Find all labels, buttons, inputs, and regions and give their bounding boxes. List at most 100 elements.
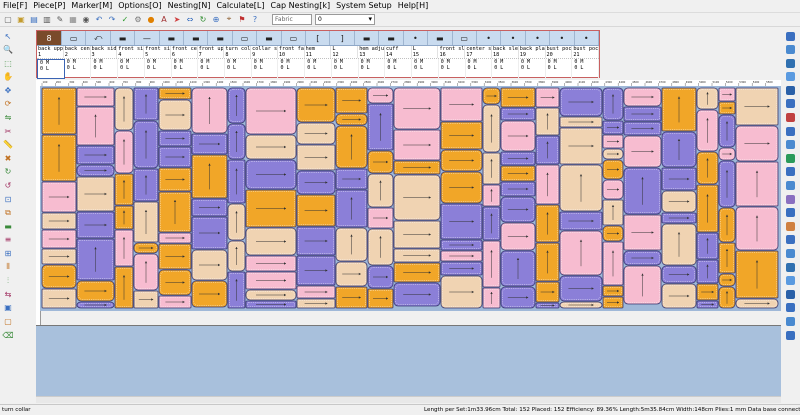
garment-piece[interactable] — [696, 109, 719, 152]
garment-piece[interactable] — [602, 285, 624, 297]
flip-icon[interactable]: ⇋ — [2, 112, 14, 124]
garment-piece[interactable] — [158, 243, 192, 270]
pan-icon[interactable]: ✋ — [2, 71, 14, 83]
garment-piece[interactable] — [393, 129, 441, 161]
garment-piece[interactable] — [191, 198, 228, 217]
piece-thumbnail[interactable]: ⤺ — [86, 31, 111, 45]
garment-piece[interactable] — [696, 151, 719, 185]
garment-piece[interactable] — [535, 107, 560, 136]
layout-tool-icon[interactable] — [784, 234, 796, 246]
piece-size-cell[interactable]: 0 M0 L — [225, 59, 252, 79]
piece-name[interactable]: bust pocket21 — [572, 46, 600, 58]
garment-piece[interactable] — [482, 152, 501, 185]
garment-piece[interactable] — [41, 229, 77, 249]
garment-piece[interactable] — [114, 205, 134, 230]
fabric-select[interactable]: Fabric — [272, 13, 312, 25]
delete-icon[interactable]: ✖ — [2, 152, 14, 164]
garment-piece[interactable] — [661, 212, 697, 224]
garment-piece[interactable] — [535, 281, 560, 303]
garment-piece[interactable] — [191, 216, 228, 250]
garment-piece[interactable] — [735, 125, 779, 162]
garment-piece[interactable] — [41, 264, 77, 289]
garment-piece[interactable] — [735, 250, 779, 299]
garment-piece[interactable] — [335, 113, 368, 126]
garment-piece[interactable] — [245, 189, 297, 228]
layout-tool-icon[interactable] — [784, 57, 796, 69]
piece-thumbnail[interactable]: • — [501, 31, 526, 45]
garment-piece[interactable] — [227, 123, 246, 160]
garment-piece[interactable] — [718, 286, 736, 309]
garment-piece[interactable] — [500, 151, 536, 166]
garment-piece[interactable] — [76, 211, 115, 239]
piece-name[interactable]: center sleeve17 — [465, 46, 493, 58]
piece-size-cell[interactable]: 0 M0 L — [305, 59, 332, 79]
layout-tool-icon[interactable] — [784, 84, 796, 96]
piece-size-cell[interactable]: 0 M0 L — [37, 59, 65, 79]
garment-piece[interactable] — [602, 148, 624, 160]
layout-tool-icon[interactable] — [784, 207, 796, 219]
garment-piece[interactable] — [500, 165, 536, 182]
garment-piece[interactable] — [440, 275, 483, 309]
garment-piece[interactable] — [559, 275, 603, 302]
redo-icon[interactable]: ↷ — [106, 13, 118, 25]
piece-name[interactable]: hem 11 — [305, 46, 332, 58]
print-icon[interactable]: ▥ — [41, 13, 53, 25]
garment-piece[interactable] — [41, 212, 77, 230]
grid-icon[interactable]: ▦ — [67, 13, 79, 25]
zoom-icon[interactable]: ⊕ — [210, 13, 222, 25]
piece-size-cell[interactable]: 0 M0 L — [519, 59, 546, 79]
piece-size-cell[interactable]: 0 M0 L — [65, 59, 92, 79]
garment-piece[interactable] — [535, 302, 560, 309]
piece-name[interactable]: front sleeve16 — [438, 46, 466, 58]
layout-tool-icon[interactable] — [784, 152, 796, 164]
garment-piece[interactable] — [482, 240, 501, 288]
garment-piece[interactable] — [158, 87, 192, 100]
layout-tool-icon[interactable] — [784, 193, 796, 205]
menu-item[interactable]: Calculate[L] — [213, 0, 267, 12]
open-icon[interactable]: ▣ — [15, 13, 27, 25]
garment-piece[interactable] — [133, 120, 159, 169]
garment-piece[interactable] — [535, 164, 560, 205]
mirror-icon[interactable]: ⇆ — [2, 288, 14, 300]
garment-piece[interactable] — [602, 179, 624, 200]
garment-piece[interactable] — [393, 174, 441, 221]
garment-piece[interactable] — [535, 135, 560, 165]
menu-item[interactable]: Piece[P] — [30, 0, 68, 12]
piece-name[interactable]: back sidel3 — [91, 46, 118, 58]
fold-icon[interactable]: ⊡ — [2, 193, 14, 205]
flag-icon[interactable]: ⚑ — [236, 13, 248, 25]
garment-piece[interactable] — [393, 282, 441, 307]
help-icon[interactable]: ? — [249, 13, 261, 25]
garment-piece[interactable] — [335, 261, 368, 287]
garment-piece[interactable] — [559, 230, 603, 276]
garment-piece[interactable] — [500, 107, 536, 121]
garment-piece[interactable] — [367, 288, 394, 309]
new-icon[interactable]: ▢ — [2, 13, 14, 25]
garment-piece[interactable] — [500, 181, 536, 197]
piece-size-cell[interactable]: 0 M0 L — [412, 59, 439, 79]
garment-piece[interactable] — [133, 168, 159, 202]
garment-piece[interactable] — [500, 286, 536, 309]
garment-piece[interactable] — [559, 301, 603, 309]
compress-icon[interactable]: ⇔ — [184, 13, 196, 25]
garment-piece[interactable] — [559, 127, 603, 165]
refresh-icon[interactable]: ↻ — [2, 166, 14, 178]
rotate-icon[interactable]: ⟳ — [2, 98, 14, 110]
garment-piece[interactable] — [367, 87, 394, 104]
piece-size-cell[interactable]: 0 M0 L — [198, 59, 226, 79]
layout-tool-icon[interactable] — [784, 112, 796, 124]
garment-piece[interactable] — [41, 181, 77, 213]
garment-piece[interactable] — [482, 206, 501, 241]
garment-piece[interactable] — [245, 87, 297, 135]
layout-tool-icon[interactable] — [784, 139, 796, 151]
garment-piece[interactable] — [718, 160, 736, 208]
ruler-icon[interactable]: ▬ — [2, 220, 14, 232]
layout-tool-icon[interactable] — [784, 125, 796, 137]
garment-piece[interactable] — [114, 266, 134, 309]
layout-tool-icon[interactable] — [784, 166, 796, 178]
garment-piece[interactable] — [245, 255, 297, 272]
garment-piece[interactable] — [245, 134, 297, 160]
layout-tool-icon[interactable] — [784, 180, 796, 192]
layout-tool-icon[interactable] — [784, 98, 796, 110]
garment-piece[interactable] — [602, 87, 624, 121]
